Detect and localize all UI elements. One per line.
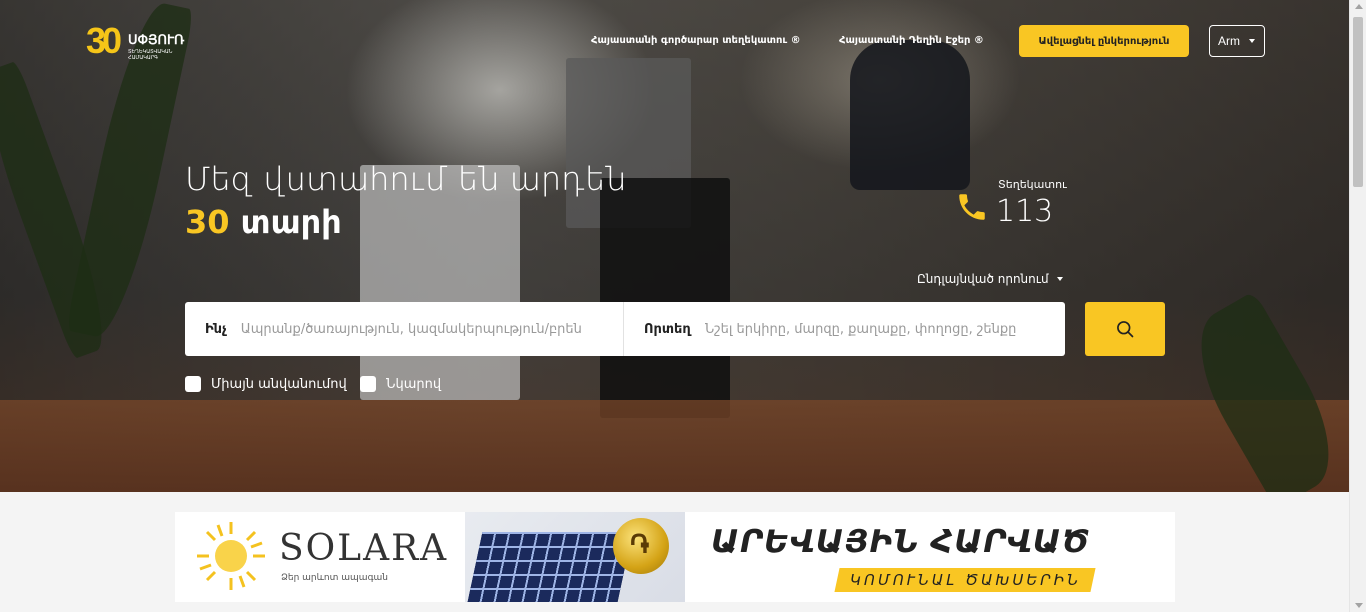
phone-icon bbox=[959, 194, 985, 220]
filter-with-photo[interactable]: Նկարով bbox=[360, 376, 441, 392]
ad-banner[interactable]: SOLARA Ձեր արևոտ ապագան ֏ ԱՐԵՎԱՅԻՆ ՀԱՐՎԱ… bbox=[175, 512, 1175, 602]
banner-subtitle: ԿՈՄՈՒՆԱԼ ԾԱԽՍԵՐԻՆ bbox=[849, 571, 1081, 589]
sun-icon bbox=[197, 522, 265, 590]
language-value: Arm bbox=[1218, 34, 1240, 48]
filter-name-only[interactable]: Միայն անվանումով bbox=[185, 376, 347, 392]
solar-panel-icon bbox=[467, 532, 633, 602]
info-phone-number[interactable]: 113 bbox=[996, 194, 1053, 229]
banner-title: ԱՐԵՎԱՅԻՆ ՀԱՐՎԱԾ bbox=[711, 524, 1090, 560]
nav-link-business-directory[interactable]: Հայաստանի գործարար տեղեկատու ® bbox=[591, 35, 801, 46]
where-label: Որտեղ bbox=[644, 321, 691, 337]
bg-desk bbox=[0, 400, 1349, 492]
hero-section bbox=[0, 0, 1349, 492]
what-input[interactable] bbox=[240, 321, 601, 337]
headline-line2: 30 տարի bbox=[185, 203, 342, 241]
logo-subtitle: ՏԵՂԵԿԱՏՎԱԿԱՆ ՀԱՄԱԿԱՐԳ bbox=[128, 49, 173, 61]
filter-label: Միայն անվանումով bbox=[211, 376, 347, 392]
banner-brand-sub: Ձեր արևոտ ապագան bbox=[281, 573, 388, 583]
scroll-up-icon[interactable] bbox=[1355, 4, 1363, 9]
scroll-down-icon[interactable] bbox=[1355, 603, 1363, 608]
dram-icon: ֏ bbox=[630, 530, 650, 560]
where-input[interactable] bbox=[704, 321, 1065, 337]
nav-link-yellow-pages[interactable]: Հայաստանի Դեղին Էջեր ® bbox=[839, 35, 984, 46]
checkbox[interactable] bbox=[185, 376, 201, 392]
logo-name: ՍՓՅՈՒՌ bbox=[128, 32, 185, 47]
scroll-thumb[interactable] bbox=[1353, 17, 1363, 187]
advanced-search-toggle[interactable]: Ընդլայնված որոնում bbox=[917, 272, 1063, 286]
bg-person bbox=[850, 40, 970, 190]
bg-monitor bbox=[600, 178, 730, 418]
filter-label: Նկարով bbox=[386, 376, 442, 392]
what-label: Ինչ bbox=[205, 321, 227, 337]
add-company-button[interactable]: Ավելացնել ընկերություն bbox=[1019, 25, 1189, 57]
search-icon bbox=[1117, 321, 1134, 338]
what-segment: Ինչ bbox=[185, 302, 624, 356]
chevron-down-icon bbox=[1249, 39, 1255, 43]
chevron-down-icon bbox=[1056, 277, 1063, 281]
headline-word: տարի bbox=[240, 203, 342, 241]
bg-monitor bbox=[360, 165, 520, 400]
headline-number: 30 bbox=[185, 203, 230, 241]
info-label: Տեղեկատու bbox=[998, 178, 1067, 191]
site-logo[interactable]: 30 ՍՓՅՈՒՌ ՏԵՂԵԿԱՏՎԱԿԱՆ ՀԱՄԱԿԱՐԳ bbox=[86, 20, 201, 61]
where-segment: Որտեղ bbox=[624, 302, 1065, 356]
headline-line1: Մեզ վստահում են արդեն bbox=[185, 160, 627, 198]
checkbox[interactable] bbox=[360, 376, 376, 392]
logo-number: 30 bbox=[86, 20, 122, 61]
search-button[interactable] bbox=[1085, 302, 1165, 356]
banner-subtitle-badge: ԿՈՄՈՒՆԱԼ ԾԱԽՍԵՐԻՆ bbox=[834, 568, 1096, 592]
language-select[interactable]: Arm bbox=[1209, 25, 1265, 57]
banner-brand: SOLARA bbox=[279, 528, 449, 569]
advanced-search-label: Ընդլայնված որոնում bbox=[917, 272, 1049, 286]
vertical-scrollbar[interactable] bbox=[1349, 0, 1366, 612]
search-form: Ինչ Որտեղ bbox=[185, 302, 1065, 356]
